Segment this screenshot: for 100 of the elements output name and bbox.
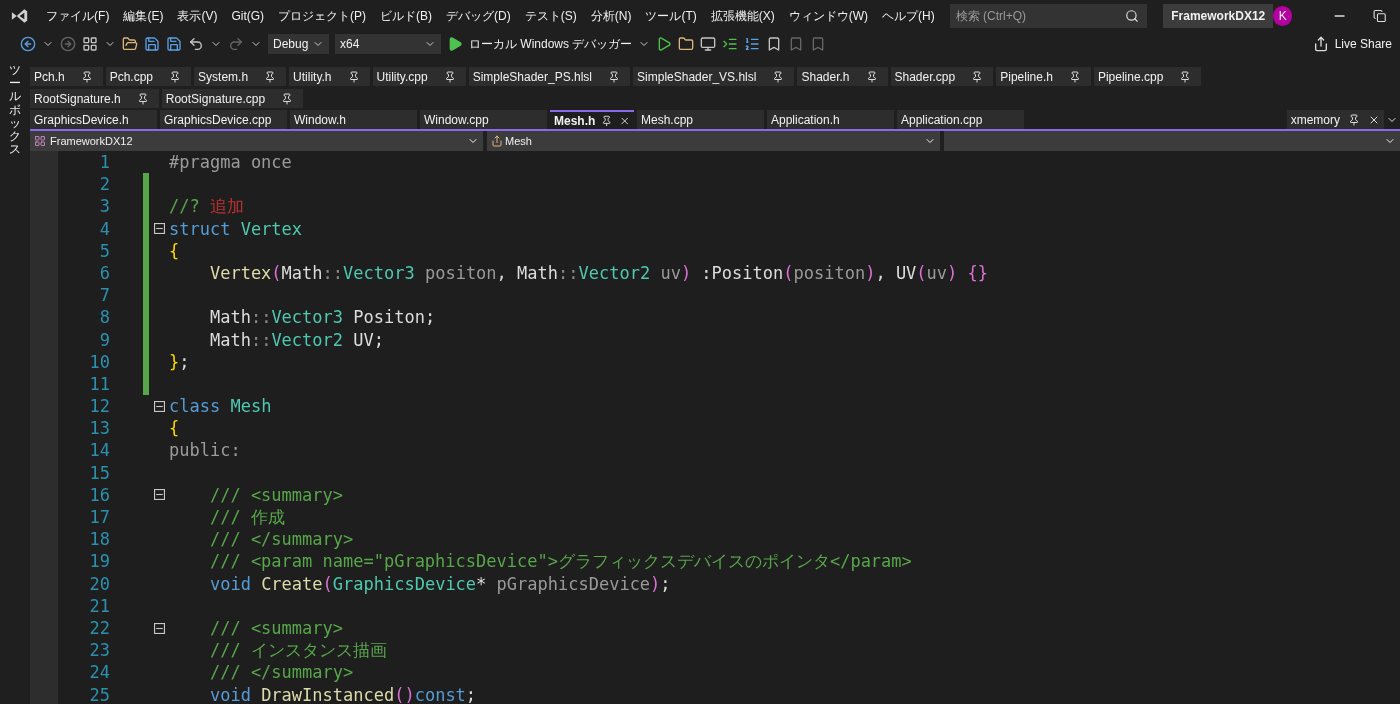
menu-item[interactable]: ツール(T) — [638, 7, 704, 25]
collapse-icon[interactable] — [153, 489, 165, 501]
menu-item[interactable]: デバッグ(D) — [439, 7, 518, 25]
undo-icon[interactable] — [188, 36, 204, 52]
restore-icon[interactable] — [1372, 9, 1386, 23]
forward-icon[interactable] — [60, 36, 76, 52]
project-dropdown[interactable]: FrameworkDX12 — [30, 131, 483, 151]
collapse-icon[interactable] — [153, 223, 165, 235]
pin-icon[interactable] — [1348, 113, 1360, 126]
platform-dropdown[interactable]: x64 — [335, 34, 441, 54]
collapse-icon[interactable] — [153, 400, 165, 412]
line-number: 15 — [88, 461, 110, 484]
line-number: 7 — [98, 284, 110, 307]
pin-icon[interactable] — [601, 114, 613, 127]
pin-icon[interactable] — [80, 70, 93, 83]
code-line: /// <param name="pGraphicsDevice">グラフィックスデバイスのポインタ</param> — [208, 550, 912, 573]
code-line: { — [169, 239, 180, 262]
menu-item[interactable]: 表示(V) — [170, 7, 225, 25]
menu-item[interactable]: プロジェクト(P) — [271, 7, 374, 25]
pin-icon[interactable] — [772, 70, 785, 83]
pinned-tab[interactable]: SimpleShader_PS.hlsl — [468, 67, 631, 86]
line-number: 14 — [88, 439, 110, 462]
pinned-tab[interactable]: Utility.h — [289, 67, 370, 86]
pin-icon[interactable] — [281, 92, 294, 105]
menu-item[interactable]: 分析(N) — [583, 7, 639, 25]
redo-icon[interactable] — [228, 36, 244, 52]
file-tab[interactable]: GraphicsDevice.cpp — [160, 110, 287, 129]
solution-name: FrameworkDX12 — [1163, 4, 1274, 28]
code-line: void DrawInstanced()const; — [208, 683, 477, 704]
pin-icon[interactable] — [865, 70, 878, 83]
pinned-tab[interactable]: RootSignature.h — [30, 89, 159, 108]
file-tab[interactable]: GraphicsDevice.h — [30, 110, 157, 129]
user-avatar[interactable]: K — [1273, 6, 1293, 26]
code-line: /// </summary> — [208, 661, 354, 684]
search-field[interactable]: 検索 (Ctrl+Q) — [949, 4, 1148, 28]
pinned-tab[interactable]: Pch.cpp — [105, 67, 192, 86]
pin-icon[interactable] — [169, 70, 182, 83]
pin-icon[interactable] — [264, 70, 277, 83]
pin-icon[interactable] — [136, 92, 149, 105]
menu-item[interactable]: ウィンドウ(W) — [781, 7, 876, 25]
play-icon[interactable] — [447, 36, 463, 52]
code-line: /// <summary> — [208, 483, 343, 506]
file-tab[interactable]: Mesh.h — [550, 110, 634, 129]
menu-item[interactable]: テスト(S) — [517, 7, 584, 25]
search-icon — [1125, 9, 1140, 23]
live-share-button[interactable]: Live Share — [1312, 35, 1392, 53]
code-line: Math::Vector3 Positon; — [208, 306, 436, 329]
menu-item[interactable]: 編集(E) — [116, 7, 171, 25]
folder-icon[interactable] — [122, 36, 138, 52]
code-line: #pragma once — [169, 151, 292, 174]
file-tab[interactable]: Application.cpp — [897, 110, 1024, 129]
pinned-tab[interactable]: SimpleShader_VS.hlsl — [633, 67, 795, 86]
menu-item[interactable]: ヘルプ(H) — [875, 7, 942, 25]
close-icon[interactable] — [618, 114, 630, 127]
pin-icon[interactable] — [443, 70, 456, 83]
toolbox-label[interactable]: ツールボックス — [9, 64, 21, 704]
file-tab[interactable]: Application.h — [767, 110, 894, 129]
pinned-tab[interactable]: Shader.cpp — [890, 67, 994, 86]
menu-item[interactable]: 拡張機能(X) — [703, 7, 782, 25]
line-number: 13 — [88, 417, 110, 440]
pinned-tab[interactable]: Pch.h — [30, 67, 103, 86]
code-line: void Create(GraphicsDevice* pGraphicsDevice); — [208, 572, 671, 595]
pin-icon[interactable] — [1068, 70, 1081, 83]
line-number: 9 — [98, 328, 110, 351]
line-number: 19 — [88, 550, 110, 573]
file-tab[interactable]: Window.h — [290, 110, 417, 129]
code-line: /// 作成 — [208, 506, 285, 529]
line-number: 11 — [88, 372, 110, 396]
menu-item[interactable]: Git(G) — [224, 7, 272, 25]
pinned-tab[interactable]: Pipeline.cpp — [1093, 67, 1202, 86]
pin-icon[interactable] — [971, 70, 984, 83]
line-number: 1 — [98, 151, 110, 174]
line-number: 24 — [88, 661, 110, 684]
code-line: Math::Vector2 UV; — [208, 328, 384, 351]
window-icon[interactable] — [700, 36, 717, 52]
configuration-dropdown[interactable]: Debug — [268, 34, 329, 54]
save-icon[interactable] — [144, 36, 160, 52]
pin-icon[interactable] — [608, 70, 621, 83]
line-number: 20 — [88, 572, 110, 595]
pin-icon[interactable] — [1179, 70, 1192, 83]
line-number: 10 — [88, 350, 110, 373]
pinned-tab[interactable]: Pipeline.h — [996, 67, 1091, 86]
back-icon[interactable] — [20, 36, 36, 52]
collapse-icon[interactable] — [153, 622, 165, 634]
code-line: public: — [169, 439, 241, 462]
pinned-tab[interactable]: System.h — [194, 67, 287, 86]
save-all-icon[interactable] — [166, 36, 182, 52]
scope-dropdown[interactable]: Mesh — [487, 131, 940, 151]
file-tab[interactable]: Window.cpp — [420, 110, 547, 129]
menu-item[interactable]: ファイル(F) — [39, 7, 117, 25]
pin-icon[interactable] — [347, 70, 360, 83]
file-tab[interactable]: Mesh.cpp — [637, 110, 764, 129]
pinned-tab[interactable]: Shader.h — [797, 67, 888, 86]
pinned-tab[interactable]: Utility.cpp — [372, 67, 466, 86]
pinned-tab[interactable]: RootSignature.cpp — [161, 89, 304, 108]
debug-target-button[interactable]: ローカル Windows デバッガー — [469, 35, 633, 53]
indent-icon[interactable] — [722, 36, 739, 52]
run-without-debug-icon[interactable] — [656, 36, 673, 52]
preview-tab[interactable]: xmemory — [1286, 110, 1384, 129]
menu-item[interactable]: ビルド(B) — [373, 7, 440, 25]
